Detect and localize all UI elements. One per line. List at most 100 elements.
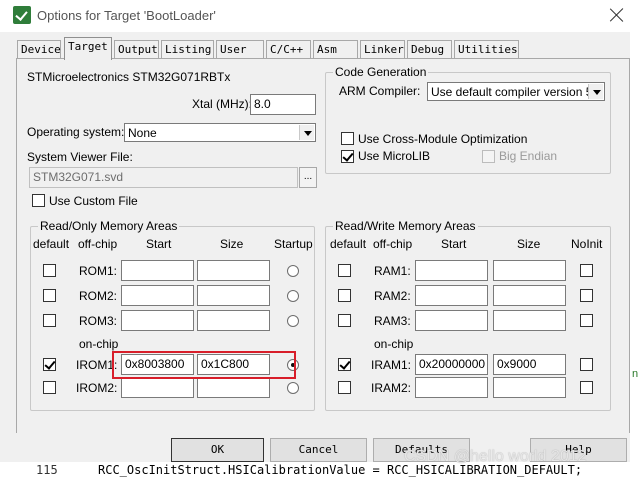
microlib-checkbox[interactable]: [341, 150, 354, 163]
rom1-default-checkbox[interactable]: [43, 264, 56, 277]
iram1-label: IRAM1:: [371, 358, 412, 372]
ram1-size-input[interactable]: [493, 260, 566, 281]
rom3-default-checkbox[interactable]: [43, 314, 56, 327]
iram1-noinit-checkbox[interactable]: [580, 358, 593, 371]
rom-header-start: Start: [146, 237, 172, 251]
irom2-default-checkbox[interactable]: [43, 381, 56, 394]
ram2-label: RAM2:: [374, 289, 411, 303]
watermark: CSDN @hello world 2012: [404, 448, 587, 465]
rom-header-offchip: off-chip: [78, 237, 118, 251]
rom1-startup-radio[interactable]: [287, 265, 299, 277]
svd-file-input: STM32G071.svd: [29, 167, 298, 188]
irom2-startup-radio[interactable]: [287, 382, 299, 394]
rom3-startup-radio[interactable]: [287, 315, 299, 327]
ram3-default-checkbox[interactable]: [338, 314, 351, 327]
tab-strip: Device Target Output Listing User C/C++ …: [17, 37, 617, 60]
editor-background-glyph: n: [632, 368, 639, 380]
readwrite-memory-title: Read/Write Memory Areas: [333, 219, 478, 233]
big-endian-checkbox: [482, 150, 495, 163]
iram2-label: IRAM2:: [371, 381, 412, 395]
ram2-noinit-checkbox[interactable]: [580, 289, 593, 302]
ram3-start-input[interactable]: [415, 310, 488, 331]
close-icon[interactable]: [608, 6, 626, 24]
device-name: STMicroelectronics STM32G071RBTx: [27, 70, 231, 84]
ok-button[interactable]: OK: [171, 438, 264, 462]
ram-onchip-label: on-chip: [374, 337, 414, 351]
ram3-label: RAM3:: [374, 314, 411, 328]
tab-utilities[interactable]: Utilities: [454, 40, 519, 58]
svd-browse-button[interactable]: ...: [299, 167, 317, 188]
rom2-start-input[interactable]: [121, 285, 194, 306]
chevron-down-icon[interactable]: [588, 84, 603, 99]
svd-label: System Viewer File:: [27, 150, 133, 164]
iram2-default-checkbox[interactable]: [338, 381, 351, 394]
xtal-label: Xtal (MHz):: [192, 97, 252, 111]
os-label: Operating system:: [27, 125, 125, 139]
ram3-noinit-checkbox[interactable]: [580, 314, 593, 327]
rom3-label: ROM3:: [79, 314, 118, 328]
iram2-noinit-checkbox[interactable]: [580, 381, 593, 394]
rom2-size-input[interactable]: [197, 285, 270, 306]
ram-header-start: Start: [441, 237, 467, 251]
tab-listing[interactable]: Listing: [161, 40, 214, 58]
use-custom-file-checkbox[interactable]: [32, 194, 45, 207]
ram1-label: RAM1:: [374, 264, 411, 278]
rom2-startup-radio[interactable]: [287, 290, 299, 302]
code-generation-title: Code Generation: [333, 65, 429, 79]
irom2-size-input[interactable]: [197, 377, 270, 398]
irom1-default-checkbox[interactable]: [43, 358, 56, 371]
iram2-size-input[interactable]: [493, 377, 566, 398]
rom-header-size: Size: [220, 237, 244, 251]
ram-header-noinit: NoInit: [571, 237, 603, 251]
rom1-size-input[interactable]: [197, 260, 270, 281]
tab-user[interactable]: User: [216, 40, 264, 58]
tab-c-cpp[interactable]: C/C++: [266, 40, 311, 58]
xtal-input[interactable]: 8.0: [250, 94, 316, 115]
readonly-memory-title: Read/Only Memory Areas: [38, 219, 180, 233]
rom3-size-input[interactable]: [197, 310, 270, 331]
irom1-highlight-annotation: [112, 351, 296, 379]
tab-target[interactable]: Target: [64, 37, 112, 60]
keil-options-icon: [13, 6, 31, 24]
ram-header-offchip: off-chip: [373, 237, 413, 251]
tab-device[interactable]: Device: [17, 40, 61, 58]
microlib-label: Use MicroLIB: [358, 149, 431, 163]
tab-debug[interactable]: Debug: [407, 40, 452, 58]
arm-compiler-value: Use default compiler version 5: [431, 85, 593, 99]
cross-module-label: Use Cross-Module Optimization: [358, 132, 528, 146]
window-title: Options for Target 'BootLoader': [37, 8, 216, 23]
line-number: 115: [36, 463, 58, 477]
tab-asm[interactable]: Asm: [313, 40, 358, 58]
os-select[interactable]: None: [124, 123, 316, 142]
ram1-default-checkbox[interactable]: [338, 264, 351, 277]
tab-output[interactable]: Output: [114, 40, 159, 58]
ram2-start-input[interactable]: [415, 285, 488, 306]
title-bar: Options for Target 'BootLoader': [0, 0, 640, 32]
ram2-default-checkbox[interactable]: [338, 289, 351, 302]
iram1-default-checkbox[interactable]: [338, 358, 351, 371]
ram1-noinit-checkbox[interactable]: [580, 264, 593, 277]
arm-compiler-select[interactable]: Use default compiler version 5: [427, 82, 605, 101]
os-select-value: None: [128, 126, 157, 140]
cross-module-checkbox[interactable]: [341, 132, 354, 145]
rom1-start-input[interactable]: [121, 260, 194, 281]
chevron-down-icon[interactable]: [299, 125, 314, 140]
ram3-size-input[interactable]: [493, 310, 566, 331]
arm-compiler-label: ARM Compiler:: [339, 84, 421, 98]
big-endian-label: Big Endian: [499, 149, 558, 163]
tab-linker[interactable]: Linker: [360, 40, 405, 58]
iram1-start-input[interactable]: 0x20000000: [415, 354, 488, 375]
rom-header-startup: Startup: [274, 237, 313, 251]
rom2-default-checkbox[interactable]: [43, 289, 56, 302]
ram2-size-input[interactable]: [493, 285, 566, 306]
rom3-start-input[interactable]: [121, 310, 194, 331]
ram1-start-input[interactable]: [415, 260, 488, 281]
rom-onchip-label: on-chip: [79, 337, 119, 351]
ram-header-default: default: [330, 237, 367, 251]
irom2-start-input[interactable]: [121, 377, 194, 398]
iram2-start-input[interactable]: [415, 377, 488, 398]
cancel-button[interactable]: Cancel: [270, 438, 367, 462]
editor-background: [630, 32, 640, 477]
iram1-size-input[interactable]: 0x9000: [493, 354, 566, 375]
use-custom-file-label: Use Custom File: [49, 194, 138, 208]
